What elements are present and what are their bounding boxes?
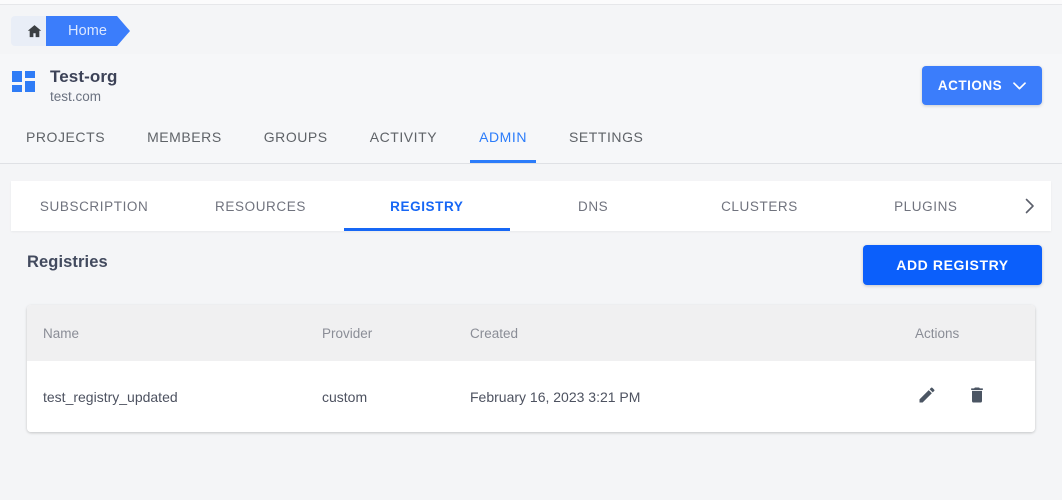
chevron-right-icon[interactable] [1009, 181, 1051, 231]
app-page: Home Test-org test.com ACTIONS PROJECTS … [0, 0, 1062, 500]
add-registry-label: ADD REGISTRY [896, 257, 1009, 273]
tab-activity[interactable]: ACTIVITY [349, 111, 458, 163]
tab-label: MEMBERS [147, 129, 222, 145]
table-header-row: Name Provider Created Actions [27, 305, 1035, 361]
column-header-actions: Actions [915, 325, 960, 341]
subtab-clusters[interactable]: CLUSTERS [676, 181, 842, 231]
edit-registry-button[interactable] [915, 385, 939, 409]
cell-provider: custom [322, 388, 368, 405]
subtab-subscription[interactable]: SUBSCRIPTION [11, 181, 177, 231]
actions-button-label: ACTIONS [937, 78, 1003, 93]
column-header-created: Created [470, 325, 519, 341]
tab-label: SETTINGS [569, 129, 644, 145]
subtab-label: PLUGINS [894, 198, 958, 214]
subtab-resources[interactable]: RESOURCES [177, 181, 343, 231]
home-icon [26, 23, 43, 40]
registries-table: Name Provider Created Actions test_regis… [27, 305, 1035, 432]
tab-members[interactable]: MEMBERS [126, 111, 243, 163]
org-domain: test.com [50, 89, 102, 104]
subtab-dns[interactable]: DNS [510, 181, 676, 231]
page-title: Registries [27, 253, 108, 271]
cell-actions [890, 385, 1035, 409]
delete-registry-button[interactable] [965, 385, 989, 409]
table-row[interactable]: test_registry_updated custom February 16… [27, 361, 1035, 432]
add-registry-button[interactable]: ADD REGISTRY [863, 245, 1042, 285]
subtab-label: SUBSCRIPTION [39, 198, 149, 214]
subtab-registry[interactable]: REGISTRY [343, 181, 511, 231]
cell-created: February 16, 2023 3:21 PM [470, 388, 641, 405]
subtab-plugins[interactable]: PLUGINS [843, 181, 1009, 231]
actions-button[interactable]: ACTIONS [922, 66, 1042, 105]
tab-groups[interactable]: GROUPS [243, 111, 349, 163]
breadcrumb-item-home[interactable]: Home [46, 16, 131, 46]
subtab-label: RESOURCES [215, 198, 306, 214]
pencil-icon [917, 385, 937, 408]
tab-label: GROUPS [263, 129, 328, 145]
tab-label: ADMIN [479, 129, 527, 145]
trash-icon [967, 385, 987, 408]
tab-settings[interactable]: SETTINGS [548, 111, 664, 163]
breadcrumb: Home [11, 16, 131, 46]
sub-tab-bar: SUBSCRIPTION RESOURCES REGISTRY DNS CLUS… [11, 181, 1051, 231]
breadcrumb-bar: Home [0, 6, 1062, 54]
org-header: Test-org test.com [0, 54, 1062, 112]
column-header-name: Name [43, 325, 80, 341]
subtab-label: CLUSTERS [721, 198, 798, 214]
column-header-provider: Provider [322, 325, 373, 341]
tab-admin[interactable]: ADMIN [458, 111, 548, 163]
breadcrumb-item-label: Home [68, 23, 108, 39]
chevron-down-icon [1013, 78, 1026, 93]
subtab-label: REGISTRY [390, 198, 464, 214]
org-name: Test-org [50, 67, 118, 86]
top-strip [0, 0, 1062, 5]
tab-label: PROJECTS [26, 129, 106, 145]
section-header: Registries ADD REGISTRY [0, 245, 1062, 290]
subtab-label: DNS [577, 198, 609, 214]
grid-logo-icon [12, 70, 36, 94]
tab-label: ACTIVITY [369, 129, 438, 145]
main-tab-bar: PROJECTS MEMBERS GROUPS ACTIVITY ADMIN S… [0, 112, 1062, 164]
cell-name: test_registry_updated [43, 388, 178, 405]
tab-projects[interactable]: PROJECTS [5, 111, 126, 163]
